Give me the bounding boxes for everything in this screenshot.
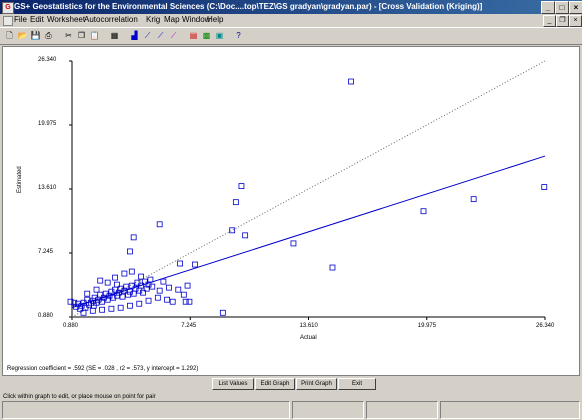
x-tick-label: 0.880 bbox=[63, 323, 79, 329]
y-tick-label: 13.610 bbox=[38, 185, 57, 191]
new-file-icon[interactable]: 🗋 bbox=[4, 30, 15, 41]
regression-summary: Regression coefficient = .592 (SE = .028… bbox=[7, 366, 199, 372]
minimize-icon[interactable]: _ bbox=[541, 1, 555, 14]
toolbar: 🗋 📂 💾 ⎙ ✂ ❐ 📋 ▦ ▟ ⟋ ⟋ ⟋ ▤ ▩ ▣ ? bbox=[0, 27, 582, 45]
x-tick-label: 7.245 bbox=[181, 323, 197, 329]
x-tick-label: 19.975 bbox=[417, 323, 437, 329]
mdi-close-icon[interactable]: × bbox=[569, 15, 582, 27]
window-title: GS+ Geostatistics for the Environmental … bbox=[14, 2, 483, 11]
data-grid-icon[interactable]: ▦ bbox=[109, 30, 120, 41]
status-pane bbox=[366, 401, 438, 419]
menu-map[interactable]: Map bbox=[164, 14, 180, 26]
mdi-minimize-icon[interactable]: _ bbox=[543, 15, 556, 27]
anisotropy-icon[interactable]: ⟋ bbox=[155, 30, 166, 41]
y-tick-label: 0.880 bbox=[38, 313, 54, 319]
save-disk-icon[interactable]: 💾 bbox=[30, 30, 41, 41]
status-text: Click within graph to edit, or place mou… bbox=[3, 394, 156, 400]
print-graph-button[interactable]: Print Graph bbox=[296, 378, 337, 390]
krig-icon[interactable]: ▤ bbox=[188, 30, 199, 41]
status-bar: Click within graph to edit, or place mou… bbox=[0, 393, 582, 420]
title-bar: G GS+ Geostatistics for the Environmenta… bbox=[0, 0, 582, 14]
document-icon[interactable] bbox=[3, 16, 13, 26]
status-pane bbox=[440, 401, 580, 419]
y-tick-label: 19.975 bbox=[38, 121, 57, 127]
mdi-controls: _ ❐ × bbox=[542, 14, 582, 27]
help-icon[interactable]: ? bbox=[233, 30, 244, 41]
status-pane bbox=[2, 401, 290, 419]
mdi-restore-icon[interactable]: ❐ bbox=[556, 15, 569, 27]
menu-bar: File Edit Worksheet Autocorrelation Krig… bbox=[0, 14, 582, 26]
y-axis-label: Estimated bbox=[17, 166, 23, 193]
plot-area[interactable] bbox=[2, 46, 580, 376]
variogram-icon[interactable]: ⟋ bbox=[142, 30, 153, 41]
x-tick-label: 26.340 bbox=[536, 323, 555, 329]
cut-icon[interactable]: ✂ bbox=[63, 30, 74, 41]
x-axis-label: Actual bbox=[300, 335, 317, 341]
map3d-icon[interactable]: ▣ bbox=[214, 30, 225, 41]
cross-variogram-icon[interactable]: ⟋ bbox=[168, 30, 179, 41]
list-values-button[interactable]: List Values bbox=[212, 378, 254, 390]
menu-help[interactable]: Help bbox=[207, 14, 223, 26]
x-tick-label: 13.610 bbox=[299, 323, 318, 329]
histogram-icon[interactable]: ▟ bbox=[129, 30, 140, 41]
menu-edit[interactable]: Edit bbox=[30, 14, 44, 26]
menu-worksheet[interactable]: Worksheet bbox=[47, 14, 85, 26]
close-icon[interactable]: × bbox=[569, 1, 582, 14]
gs-app-icon[interactable]: G bbox=[2, 2, 14, 14]
exit-button[interactable]: Exit bbox=[338, 378, 376, 390]
menu-krig[interactable]: Krig bbox=[146, 14, 160, 26]
map-icon[interactable]: ▩ bbox=[201, 30, 212, 41]
open-folder-icon[interactable]: 📂 bbox=[17, 30, 28, 41]
status-pane bbox=[292, 401, 364, 419]
copy-icon[interactable]: ❐ bbox=[76, 30, 87, 41]
maximize-icon[interactable]: □ bbox=[555, 1, 569, 14]
edit-graph-button[interactable]: Edit Graph bbox=[255, 378, 295, 390]
y-tick-label: 7.245 bbox=[38, 249, 54, 255]
y-tick-label: 26.340 bbox=[38, 57, 57, 63]
menu-autocorrelation[interactable]: Autocorrelation bbox=[84, 14, 138, 26]
menu-file[interactable]: File bbox=[14, 14, 27, 26]
paste-icon[interactable]: 📋 bbox=[89, 30, 100, 41]
print-icon[interactable]: ⎙ bbox=[43, 30, 54, 41]
